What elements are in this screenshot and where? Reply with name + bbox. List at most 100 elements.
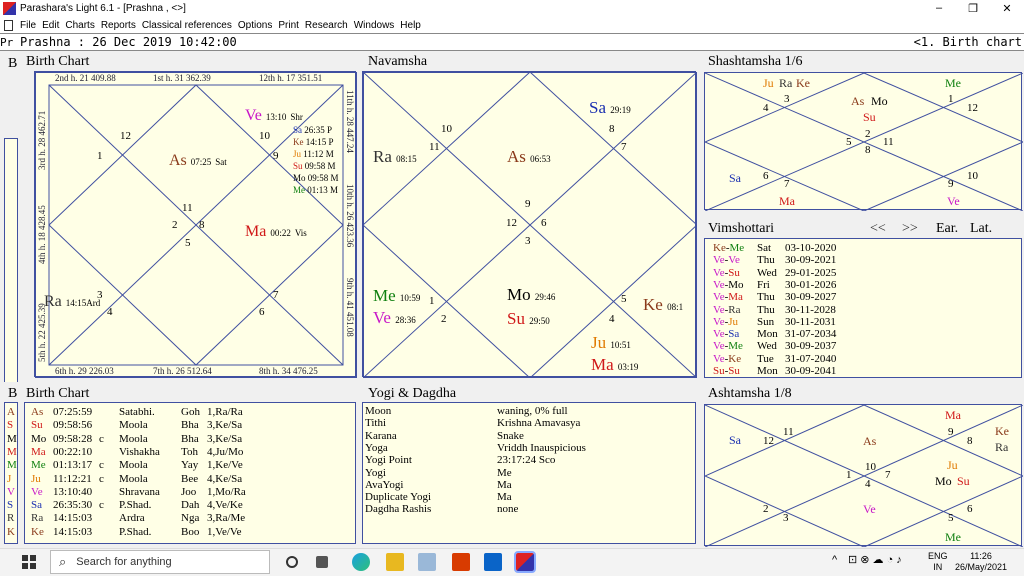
birth-chart-tab[interactable]: <1. Birth chart — [914, 35, 1022, 49]
dasha-row[interactable]: Ve-Sa Mon 31-07-2034 — [713, 329, 836, 340]
task-view-icon[interactable] — [316, 556, 328, 568]
sha-planet-jupiter[interactable]: Ju — [763, 77, 774, 89]
tray-icons[interactable]: ⊡ ⊗ ☁ ◔ ♪ — [848, 555, 902, 566]
shashtamsha-diagram[interactable]: 3 4 1 12 2 5 11 8 6 7 9 10 Ju Ra Ke Me A… — [704, 72, 1023, 211]
planet-mars[interactable]: Ma 00:22 Vis — [245, 224, 307, 240]
menu-options[interactable]: Options — [235, 20, 275, 31]
ash-planet-moon[interactable]: Mo — [935, 475, 952, 487]
ashtamsha-diagram[interactable]: 12 11 9 8 10 1 7 4 2 3 5 6 Ma Sa As Ke R… — [704, 404, 1023, 547]
planet-row[interactable]: Ra 14:15:03 Ardra Nga 3,Ra/Me — [31, 513, 245, 524]
ash-planet-rahu[interactable]: Ra — [995, 441, 1008, 453]
minimize-button[interactable]: – — [922, 2, 956, 15]
dasha-row[interactable]: Ve-Ke Tue 31-07-2040 — [713, 353, 836, 365]
dasha-row[interactable]: Su-Su Mon 30-09-2041 — [713, 366, 836, 377]
navamsha-diagram[interactable]: 10 11 8 7 12 9 6 3 1 2 5 4 Sa 29:19 Ra 0… — [362, 71, 697, 378]
file-explorer-icon[interactable] — [386, 553, 404, 571]
planet-ascendant[interactable]: As 07:25 Sat — [169, 153, 227, 169]
vimshottari-list[interactable]: Ke-Me Sat 03-10-2020 Ve-Ve Thu 30-09-2021 Ve-S… — [704, 238, 1022, 378]
prev-button[interactable]: << — [870, 221, 886, 237]
dasha-row[interactable]: Ve-Ma Thu 30-09-2027 — [713, 292, 836, 303]
nav-planet-sun[interactable]: Su 29:50 — [507, 310, 550, 327]
sha-planet-ketu[interactable]: Ke — [796, 77, 810, 89]
next-button[interactable]: >> — [902, 221, 918, 237]
ash-planet-mercury[interactable]: Me — [945, 531, 961, 543]
nav-planet-jupiter[interactable]: Ju 10:51 — [591, 334, 631, 351]
planet-venus[interactable]: Ve 13:10 Shr — [245, 108, 303, 124]
sha-planet-mars[interactable]: Ma — [779, 195, 795, 207]
language-indicator[interactable]: ENG IN — [928, 551, 948, 573]
sha-planet-ascendant[interactable]: As — [851, 95, 864, 107]
menu-windows[interactable]: Windows — [351, 20, 398, 31]
planet-row[interactable]: Me 01:13:17 c Moola Yay 1,Ke/Ve — [31, 460, 243, 471]
menu-research[interactable]: Research — [302, 20, 351, 31]
taskbar-search[interactable]: ⌕ Search for anything — [50, 550, 270, 574]
maximize-button[interactable]: ❐ — [956, 2, 990, 15]
planet-saturn[interactable]: Sa 26:35 P — [293, 124, 355, 136]
sha-planet-rahu[interactable]: Ra — [779, 77, 792, 89]
sha-planet-sun[interactable]: Su — [863, 111, 876, 123]
dasha-row[interactable]: Ke-Me Sat 03-10-2020 — [713, 243, 836, 254]
menu-reports[interactable]: Reports — [98, 20, 139, 31]
close-button[interactable]: ✕ — [990, 2, 1024, 15]
menu-edit[interactable]: Edit — [39, 20, 62, 31]
sha-planet-moon[interactable]: Mo — [871, 95, 888, 107]
menu-classical-references[interactable]: Classical references — [139, 20, 235, 31]
clock[interactable]: 11:26 26/May/2021 — [948, 551, 1014, 573]
planet-row[interactable]: Mo 09:58:28 c Moola Bha 3,Ke/Sa — [31, 433, 242, 445]
birth-list-table[interactable]: As 07:25:59 Satabhi. Goh 1,Ra/Ra Su 09:58:56 Mo… — [24, 402, 356, 544]
office-icon[interactable] — [452, 553, 470, 571]
sha-planet-venus[interactable]: Ve — [947, 195, 960, 207]
planet-jupiter[interactable]: Ju 11:12 M — [293, 148, 355, 160]
dasha-row[interactable]: Ve-Ra Thu 30-11-2028 — [713, 304, 836, 316]
start-button[interactable] — [22, 555, 36, 569]
ash-planet-ascendant[interactable]: As — [863, 435, 876, 447]
sha-planet-mercury[interactable]: Me — [945, 77, 961, 89]
nav-planet-venus[interactable]: Ve 28:36 — [373, 309, 416, 326]
planet-row[interactable]: As 07:25:59 Satabhi. Goh 1,Ra/Ra — [31, 407, 243, 418]
nav-planet-ketu[interactable]: Ke 08:1 — [643, 296, 683, 313]
sha-planet-saturn[interactable]: Sa — [729, 172, 741, 184]
cortana-icon[interactable] — [286, 556, 298, 568]
later-button[interactable]: Lat. — [970, 221, 992, 237]
planet-sun[interactable]: Su 09:58 M — [293, 160, 355, 172]
nav-planet-saturn[interactable]: Sa 29:19 — [589, 99, 631, 116]
tray-chevron-icon[interactable]: ^ — [832, 555, 837, 566]
dasha-row[interactable]: Ve-Ve Thu 30-09-2021 — [713, 255, 836, 266]
planet-mercury[interactable]: Me 01:13 M — [293, 184, 355, 196]
planet-row[interactable]: Ma 00:22:10 Vishakha Toh 4,Ju/Mo — [31, 446, 243, 458]
dasha-row[interactable]: Ve-Ju Sun 30-11-2031 — [713, 316, 836, 328]
ash-planet-ketu[interactable]: Ke — [995, 425, 1009, 437]
planet-ketu[interactable]: Ke 14:15 P — [293, 136, 355, 148]
nav-planet-mercury[interactable]: Me 10:59 — [373, 287, 420, 304]
nav-planet-ascendant[interactable]: As 06:53 — [507, 148, 551, 165]
dasha-row[interactable]: Ve-Mo Fri 30-01-2026 — [713, 279, 836, 291]
planet-row[interactable]: Sa 26:35:30 c P.Shad. Dah 4,Ve/Ke — [31, 500, 243, 511]
nav-planet-rahu[interactable]: Ra 08:15 — [373, 148, 417, 165]
nav-planet-moon[interactable]: Mo 29:46 — [507, 286, 555, 303]
earlier-button[interactable]: Ear. — [936, 221, 958, 237]
ash-planet-saturn[interactable]: Sa — [729, 434, 741, 446]
menu-print[interactable]: Print — [275, 20, 302, 31]
planet-moon[interactable]: Mo 09:58 M — [293, 172, 355, 184]
yogi-table[interactable]: Moon waning, 0% full Tithi Krishna Amavasya… — [362, 402, 696, 544]
planet-rahu[interactable]: Ra 14:15Ard — [44, 294, 100, 310]
menu-file[interactable]: File — [17, 20, 39, 31]
dasha-row[interactable]: Ve-Su Wed 29-01-2025 — [713, 267, 836, 279]
mail-icon[interactable] — [484, 553, 502, 571]
ash-planet-venus[interactable]: Ve — [863, 503, 876, 515]
planet-row[interactable]: Ve 13:10:40 Shravana Joo 1,Mo/Ra — [31, 486, 246, 498]
planet-row[interactable]: Su 09:58:56 Moola Bha 3,Ke/Sa — [31, 420, 242, 431]
nav-planet-mars[interactable]: Ma 03:19 — [591, 356, 638, 373]
app-icon-tools[interactable] — [418, 553, 436, 571]
menu-help[interactable]: Help — [397, 20, 424, 31]
menu-charts[interactable]: Charts — [62, 20, 97, 31]
ash-planet-jupiter[interactable]: Ju — [947, 459, 958, 471]
parashara-taskbar-icon[interactable] — [514, 551, 536, 573]
birth-chart-diagram[interactable]: 2nd h. 21 409.88 1st h. 31 362.39 12th h… — [34, 71, 357, 378]
edge-icon[interactable] — [352, 553, 370, 571]
planet-row[interactable]: Ju 11:12:21 c Moola Bee 4,Ke/Sa — [31, 473, 242, 485]
dasha-row[interactable]: Ve-Me Wed 30-09-2037 — [713, 341, 836, 352]
ash-planet-sun[interactable]: Su — [957, 475, 970, 487]
ash-planet-mars[interactable]: Ma — [945, 409, 961, 421]
planet-row[interactable]: Ke 14:15:03 P.Shad. Boo 1,Ve/Ve — [31, 526, 242, 538]
